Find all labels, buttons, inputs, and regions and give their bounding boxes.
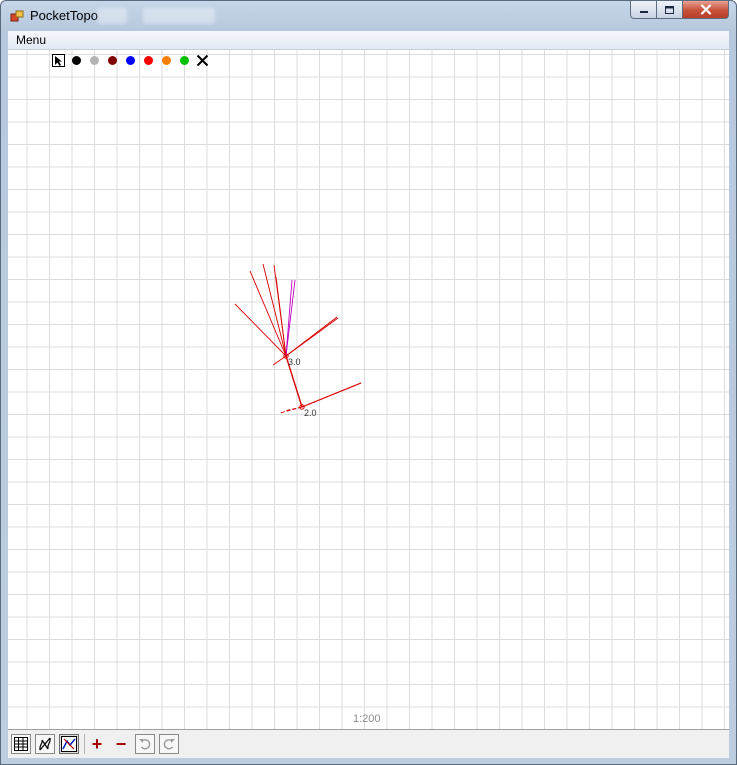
sketch-view-icon — [61, 736, 77, 752]
scale-label: 1:200 — [353, 713, 381, 725]
sketch-view-button[interactable] — [59, 734, 79, 754]
close-icon — [700, 4, 711, 15]
redo-button[interactable] — [159, 734, 179, 754]
survey-drawing: 3.0 2.0 — [234, 263, 362, 418]
toolbar-separator — [84, 734, 85, 754]
undo-icon — [139, 739, 151, 750]
drawing-canvas[interactable]: 3.0 2.0 1:200 — [8, 50, 729, 729]
data-table-button[interactable] — [11, 734, 31, 754]
station-label: 3.0 — [288, 357, 301, 367]
splay-line — [285, 317, 339, 357]
window-controls — [630, 1, 729, 21]
close-button[interactable] — [683, 1, 729, 19]
map-view-button[interactable] — [35, 734, 55, 754]
splay-line — [234, 303, 287, 357]
splay-line — [285, 279, 296, 357]
title-bar[interactable]: PocketTopo — [1, 1, 736, 31]
maximize-icon — [665, 5, 674, 14]
blurred-taskbar-tab — [143, 8, 215, 24]
splay-shots — [234, 263, 362, 414]
app-icon — [10, 10, 24, 22]
app-window: PocketTopo Menu 3.0 2.0 1:200 + − — [0, 0, 737, 765]
zoom-in-button[interactable]: + — [87, 734, 107, 754]
station-label: 2.0 — [304, 408, 317, 418]
maximize-button[interactable] — [657, 1, 683, 19]
minimize-icon — [639, 10, 648, 13]
bottom-toolbar: + − — [8, 729, 729, 758]
data-table-icon — [14, 737, 28, 751]
splay-line — [283, 406, 303, 412]
splay-line — [301, 382, 362, 408]
blurred-taskbar-tab — [97, 8, 127, 24]
zoom-out-button[interactable]: − — [111, 734, 131, 754]
menu-bar: Menu — [8, 31, 729, 50]
undo-button[interactable] — [135, 734, 155, 754]
map-view-icon — [39, 737, 51, 751]
minimize-button[interactable] — [630, 1, 657, 19]
window-title: PocketTopo — [30, 8, 98, 23]
stations: 3.0 2.0 — [283, 353, 317, 418]
redo-icon — [163, 739, 175, 750]
menu-item-menu[interactable]: Menu — [16, 33, 46, 47]
